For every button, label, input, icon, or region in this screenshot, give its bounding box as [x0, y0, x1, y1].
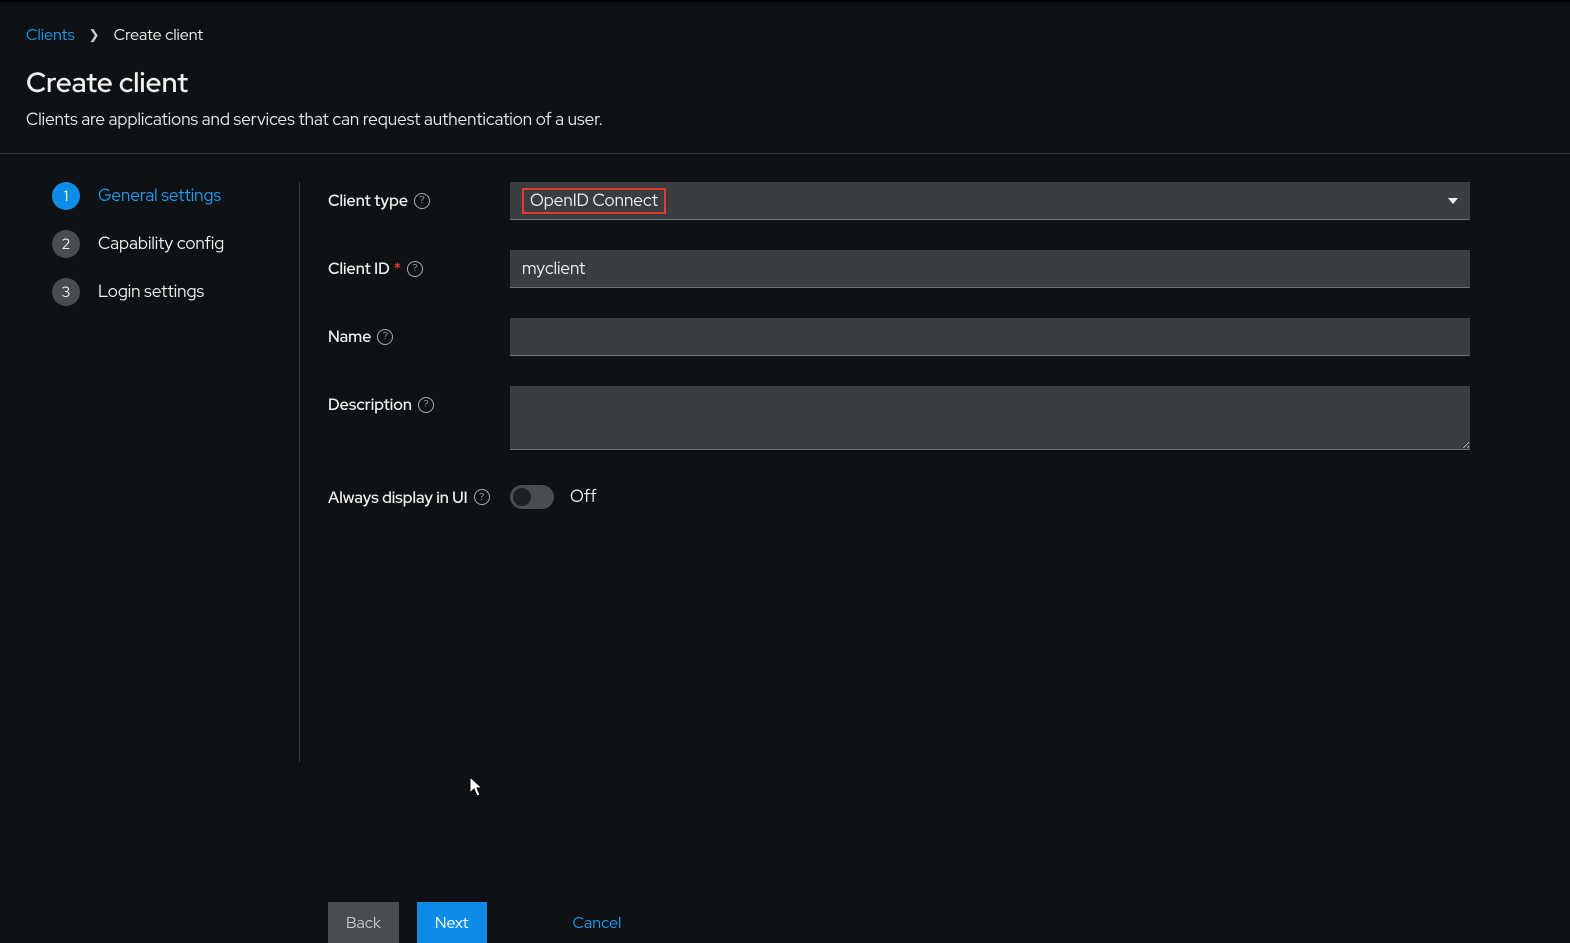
- toggle-state-label: Off: [570, 486, 597, 508]
- client-id-input[interactable]: [510, 250, 1470, 288]
- client-type-label: Client type: [328, 190, 408, 211]
- step-number-badge: 2: [52, 230, 80, 258]
- help-icon[interactable]: ?: [377, 329, 393, 345]
- breadcrumb: Clients ❯ Create client: [26, 24, 1544, 45]
- caret-down-icon: [1448, 198, 1458, 204]
- help-icon[interactable]: ?: [407, 261, 423, 277]
- client-type-value: OpenID Connect: [522, 188, 666, 214]
- required-indicator: *: [394, 258, 401, 279]
- help-icon[interactable]: ?: [474, 489, 490, 505]
- cancel-button[interactable]: Cancel: [555, 902, 640, 943]
- step-number-badge: 3: [52, 278, 80, 306]
- wizard-step-login-settings[interactable]: 3 Login settings: [52, 278, 279, 306]
- description-textarea[interactable]: [510, 386, 1470, 450]
- form-area: Client type ? OpenID Connect Client ID* …: [300, 182, 1570, 762]
- step-label: Capability config: [98, 233, 224, 255]
- next-button[interactable]: Next: [417, 902, 487, 943]
- client-id-label: Client ID*: [328, 258, 401, 279]
- wizard-nav: 1 General settings 2 Capability config 3…: [0, 182, 300, 762]
- name-input[interactable]: [510, 318, 1470, 356]
- always-display-toggle[interactable]: [510, 485, 554, 509]
- client-type-select[interactable]: OpenID Connect: [510, 182, 1470, 220]
- cursor-icon: [470, 777, 486, 797]
- help-icon[interactable]: ?: [418, 397, 434, 413]
- wizard-step-general-settings[interactable]: 1 General settings: [52, 182, 279, 210]
- breadcrumb-current: Create client: [114, 24, 204, 45]
- page-title: Create client: [26, 63, 1544, 101]
- wizard-step-capability-config[interactable]: 2 Capability config: [52, 230, 279, 258]
- description-label: Description: [328, 394, 412, 415]
- always-display-label: Always display in UI: [328, 487, 468, 508]
- name-label: Name: [328, 326, 371, 347]
- step-number-badge: 1: [52, 182, 80, 210]
- step-label: Login settings: [98, 281, 204, 303]
- toggle-thumb: [513, 488, 531, 506]
- step-label: General settings: [98, 185, 221, 207]
- help-icon[interactable]: ?: [414, 193, 430, 209]
- page-description: Clients are applications and services th…: [26, 109, 1544, 131]
- chevron-right-icon: ❯: [89, 26, 100, 43]
- breadcrumb-clients-link[interactable]: Clients: [26, 24, 75, 45]
- back-button[interactable]: Back: [328, 902, 399, 943]
